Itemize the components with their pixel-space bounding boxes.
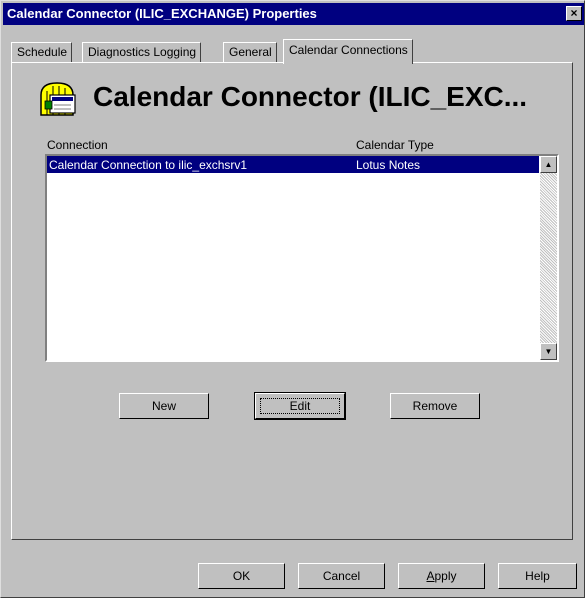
tab-diagnostics-logging[interactable]: Diagnostics Logging bbox=[82, 42, 202, 62]
close-button[interactable]: × bbox=[566, 6, 582, 21]
ok-button[interactable]: OK bbox=[198, 563, 285, 589]
cancel-button-label: Cancel bbox=[322, 569, 361, 583]
new-button[interactable]: New bbox=[119, 393, 209, 419]
tab-strip: Schedule Diagnostics Logging General Cal… bbox=[11, 39, 571, 64]
connections-list[interactable]: Calendar Connection to ilic_exchsrv1 Lot… bbox=[45, 154, 559, 362]
apply-accelerator: A bbox=[426, 569, 435, 583]
remove-button[interactable]: Remove bbox=[390, 393, 480, 419]
vertical-scrollbar[interactable]: ▲ ▼ bbox=[540, 156, 557, 360]
list-item[interactable]: Calendar Connection to ilic_exchsrv1 Lot… bbox=[47, 156, 539, 173]
apply-button[interactable]: Apply bbox=[398, 563, 485, 589]
column-header-calendar-type[interactable]: Calendar Type bbox=[356, 138, 434, 152]
scroll-down-icon: ▼ bbox=[544, 347, 553, 356]
calendar-connector-icon bbox=[37, 81, 77, 117]
edit-button[interactable]: Edit bbox=[254, 392, 346, 420]
scroll-up-icon: ▲ bbox=[544, 160, 553, 169]
tab-calendar-connections[interactable]: Calendar Connections bbox=[283, 39, 413, 64]
connection-name: Calendar Connection to ilic_exchsrv1 bbox=[49, 158, 248, 172]
properties-dialog: Calendar Connector (ILIC_EXCHANGE) Prope… bbox=[0, 0, 585, 598]
scroll-down-button[interactable]: ▼ bbox=[540, 343, 557, 360]
focus-rectangle bbox=[260, 398, 340, 414]
cancel-button[interactable]: Cancel bbox=[298, 563, 385, 589]
ok-button-label: OK bbox=[232, 569, 251, 583]
column-header-connection[interactable]: Connection bbox=[47, 138, 108, 152]
window-title: Calendar Connector (ILIC_EXCHANGE) Prope… bbox=[7, 6, 317, 21]
close-icon: × bbox=[570, 6, 578, 20]
tab-schedule[interactable]: Schedule bbox=[11, 42, 73, 62]
scroll-up-button[interactable]: ▲ bbox=[540, 156, 557, 173]
title-bar[interactable]: Calendar Connector (ILIC_EXCHANGE) Prope… bbox=[3, 3, 584, 25]
page-title: Calendar Connector (ILIC_EXC... bbox=[93, 81, 528, 112]
help-button[interactable]: Help bbox=[498, 563, 577, 589]
help-button-label: Help bbox=[525, 569, 550, 583]
apply-button-label: pply bbox=[434, 569, 457, 583]
remove-button-label: Remove bbox=[412, 399, 458, 413]
calendar-type: Lotus Notes bbox=[356, 158, 421, 172]
tab-general[interactable]: General bbox=[223, 42, 277, 62]
new-button-label: New bbox=[151, 399, 176, 413]
